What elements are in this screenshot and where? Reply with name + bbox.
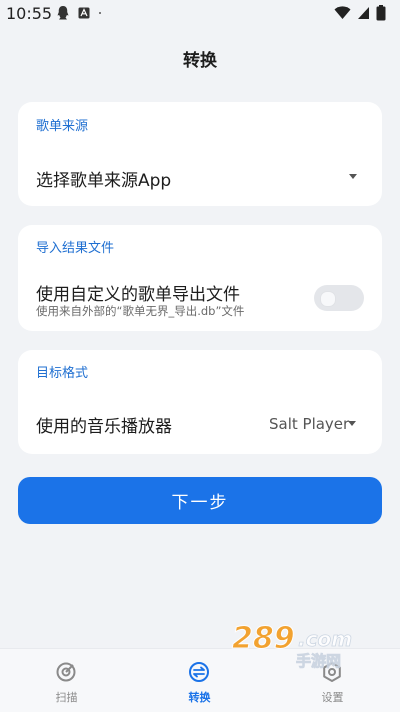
qq-icon <box>57 6 69 20</box>
status-icons-right <box>334 5 386 21</box>
source-card-header: 歌单来源 <box>36 119 89 134</box>
battery-icon <box>376 5 386 21</box>
target-card-header: 目标格式 <box>36 366 89 381</box>
music-player-label: 使用的音乐播放器 <box>36 417 172 437</box>
toggle-knob <box>320 291 336 307</box>
custom-export-toggle[interactable] <box>314 285 364 311</box>
status-bar: 10:55 <box>0 0 400 28</box>
nav-label-convert: 转换 <box>188 691 211 704</box>
svg-text:手游网: 手游网 <box>296 652 341 670</box>
wifi-icon <box>334 6 351 19</box>
nav-label-settings: 设置 <box>321 691 344 704</box>
convert-icon <box>189 662 209 682</box>
watermark-logo: 289 .com 手游网 <box>232 621 353 671</box>
page-title: 转换 <box>183 51 217 71</box>
music-player-select[interactable]: 使用的音乐播放器 Salt Player <box>18 400 382 448</box>
scan-icon <box>56 662 76 682</box>
chevron-down-icon <box>348 421 356 426</box>
source-card: 歌单来源 选择歌单来源App <box>18 102 382 206</box>
source-app-select-label: 选择歌单来源App <box>36 171 172 191</box>
status-icons-left <box>56 5 102 21</box>
next-step-button[interactable]: 下一步 <box>18 477 382 524</box>
source-app-select[interactable]: 选择歌单来源App <box>18 152 382 200</box>
nav-item-scan[interactable]: 扫描 <box>0 649 133 712</box>
target-card: 目标格式 使用的音乐播放器 Salt Player <box>18 350 382 454</box>
nav-label-scan: 扫描 <box>55 691 78 704</box>
status-time: 10:55 <box>6 4 53 23</box>
custom-export-option-title: 使用自定义的歌单导出文件 <box>36 285 240 305</box>
cellular-signal-icon <box>358 7 369 19</box>
dot-icon <box>99 12 101 14</box>
chevron-down-icon <box>349 174 357 179</box>
import-card-header: 导入结果文件 <box>36 241 115 256</box>
notification-a-icon <box>78 7 90 19</box>
svg-text:289: 289 <box>232 621 295 656</box>
svg-text:.com: .com <box>298 627 352 651</box>
import-card: 导入结果文件 使用自定义的歌单导出文件 使用来自外部的“歌单无界_导出.db”文… <box>18 225 382 331</box>
custom-export-option-desc: 使用来自外部的“歌单无界_导出.db”文件 <box>36 304 245 318</box>
music-player-value: Salt Player <box>269 415 350 433</box>
